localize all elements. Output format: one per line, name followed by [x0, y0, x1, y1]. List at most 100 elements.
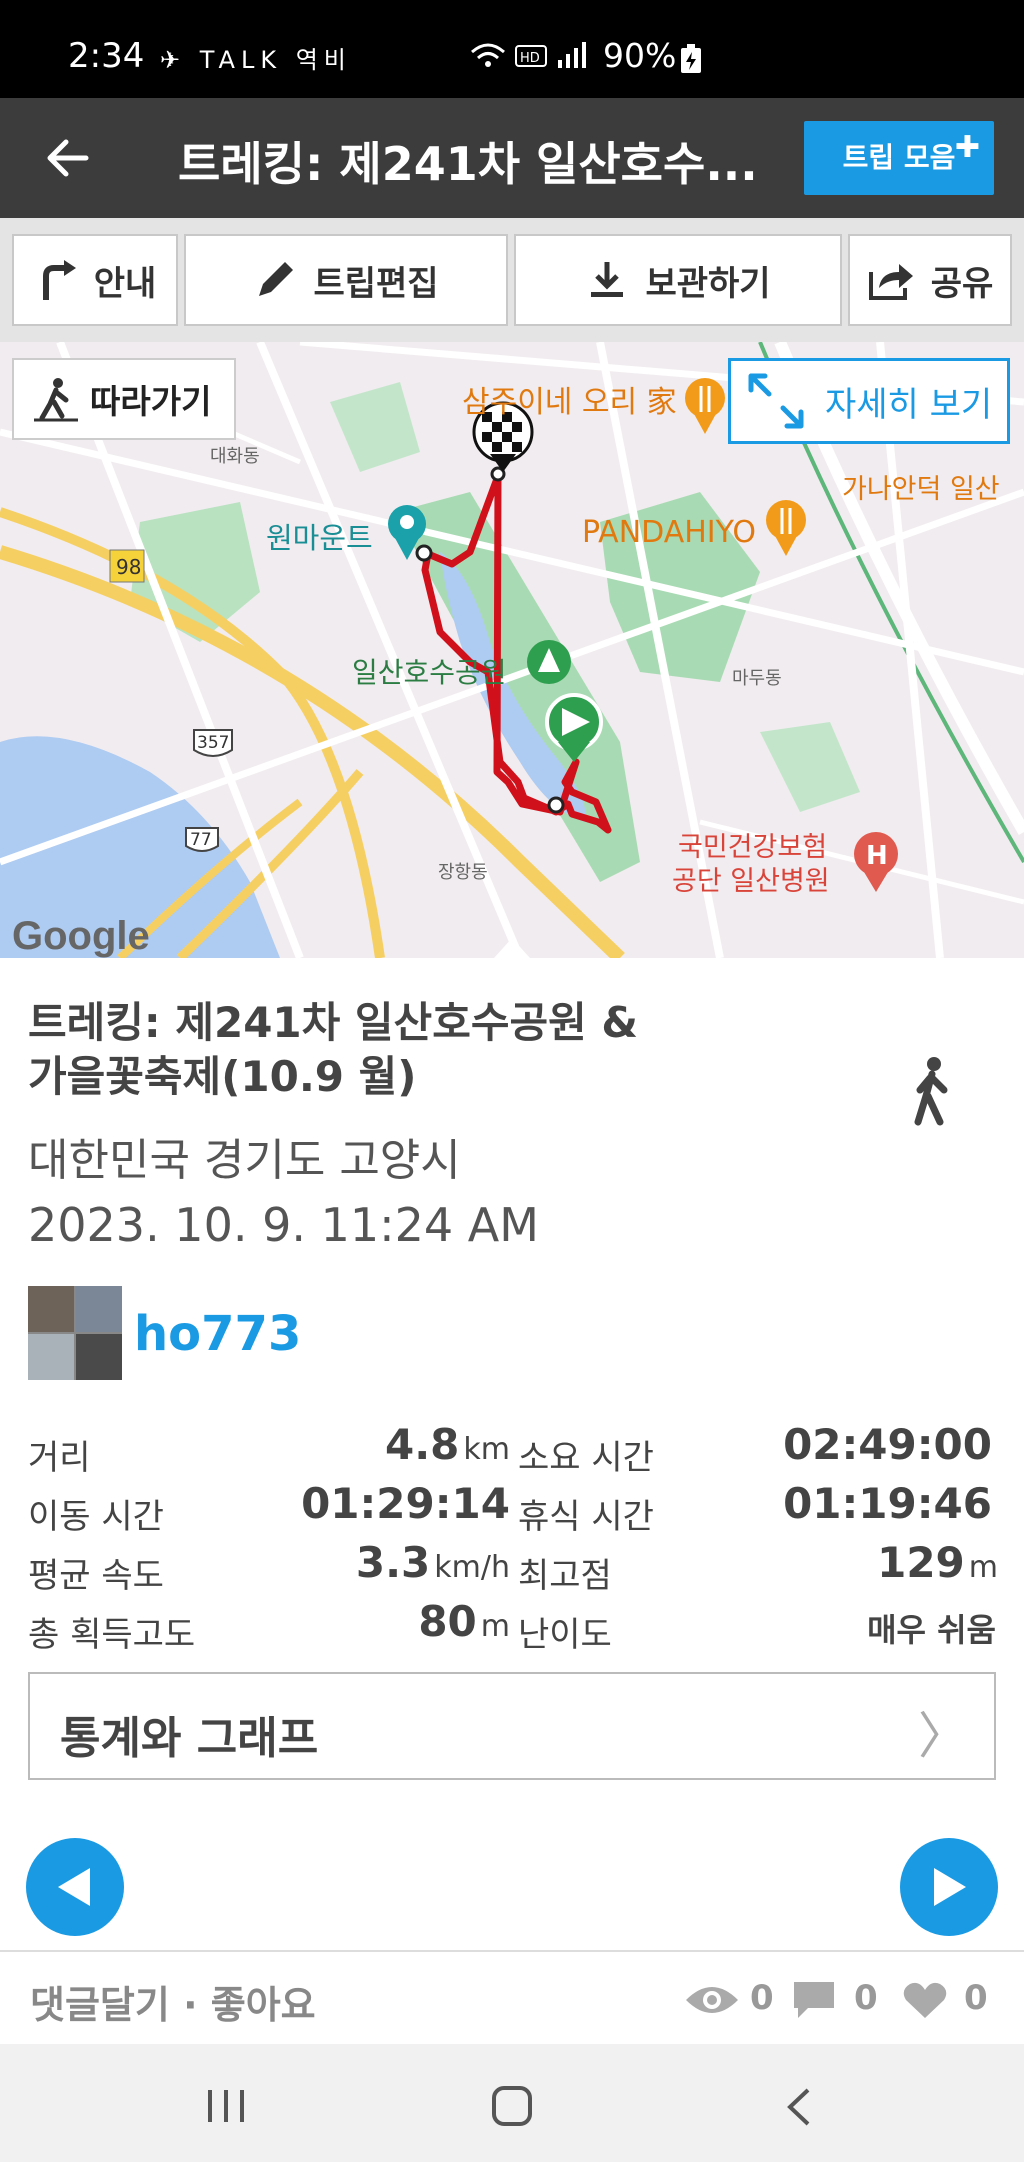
- difficulty-label: 난이도: [518, 1615, 612, 1655]
- difficulty-value: 매우 쉬움: [867, 1611, 996, 1649]
- download-icon: [591, 262, 624, 297]
- trip-location: 대한민국 경기도 고양시: [28, 1135, 461, 1186]
- view-detail-button[interactable]: 자세히 보기: [728, 358, 1010, 444]
- map-label: 원마운트: [266, 521, 373, 555]
- comment-icon[interactable]: [792, 1980, 836, 2020]
- trip-date: 2023. 10. 9. 11:24 AM: [28, 1198, 539, 1252]
- expand-icon: [748, 373, 804, 429]
- max-elevation-unit: m: [968, 1550, 998, 1585]
- battery-level: 90%: [603, 36, 677, 75]
- notification-icons: ✈ TALK 역비: [160, 46, 352, 74]
- elevation-gain-number: 80: [418, 1597, 477, 1646]
- recent-apps-icon[interactable]: [204, 2088, 248, 2124]
- view-detail-label: 자세히 보기: [825, 384, 993, 425]
- comment-like-link[interactable]: 댓글달기 · 좋아요: [30, 1974, 316, 2029]
- map-label: 가나안덕 일산: [842, 474, 1000, 505]
- save-label: 보관하기: [645, 263, 771, 304]
- back-button[interactable]: [42, 132, 98, 184]
- next-trip-button[interactable]: [900, 1838, 998, 1936]
- share-button[interactable]: 공유: [848, 234, 1012, 326]
- arrow-left-icon: [47, 139, 89, 177]
- battery-icon: [681, 44, 701, 73]
- avatar[interactable]: [28, 1286, 122, 1380]
- chevron-right-icon: 〉: [918, 1707, 968, 1765]
- pencil-icon: [259, 262, 294, 296]
- distance-unit: km: [463, 1432, 510, 1467]
- avg-speed-unit: km/h: [434, 1550, 510, 1585]
- elevation-gain-unit: m: [480, 1609, 510, 1644]
- play-right-icon: [934, 1868, 966, 1906]
- route-77-label: 77: [190, 830, 212, 850]
- distance-label: 거리: [28, 1438, 91, 1478]
- edit-trip-label: 트립편집: [313, 263, 439, 304]
- share-icon: [868, 264, 913, 300]
- back-nav-icon[interactable]: [784, 2086, 814, 2128]
- trip-name-line2: 가을꽃축제(10.9 월): [28, 1052, 417, 1101]
- signal-icons: HD: [470, 38, 600, 80]
- status-bar: 2:34 ✈ TALK 역비 HD 90%: [0, 0, 1024, 98]
- map-label: 공단 일산병원: [672, 866, 830, 897]
- elevation-gain-value: 80 m: [300, 1597, 510, 1646]
- trip-collection-button[interactable]: 트립 모음 ✚: [804, 121, 994, 195]
- avg-speed-value: 3.3 km/h: [300, 1538, 510, 1587]
- moving-time-label: 이동 시간: [28, 1497, 164, 1537]
- play-left-icon: [58, 1868, 90, 1906]
- edit-trip-button[interactable]: 트립편집: [184, 234, 508, 326]
- map-label: 일산호수공원: [352, 656, 507, 689]
- trip-name-line1: 트레킹: 제241차 일산호수공원 &: [28, 998, 639, 1047]
- route-map[interactable]: H 98 357 77 삼주이네 오리 家 원마운트 PANDAHIYO 일산호…: [0, 342, 1024, 958]
- comment-count: 0: [854, 1978, 878, 2018]
- walking-icon: [912, 1056, 952, 1140]
- app-bar: 트레킹: 제241차 일산호수... 트립 모음 ✚: [0, 98, 1024, 218]
- plus-icon: ✚: [954, 130, 980, 165]
- svg-text:HD: HD: [520, 51, 540, 66]
- max-elevation-value: 129 m: [700, 1538, 998, 1587]
- follow-label: 따라가기: [90, 382, 212, 421]
- comment-like-bar: 댓글달기 · 좋아요 0 0 0: [0, 1950, 1024, 2044]
- username-link[interactable]: ho773: [134, 1306, 301, 1362]
- map-label: 마두동: [732, 668, 782, 689]
- rest-time-label: 휴식 시간: [518, 1497, 654, 1537]
- max-elevation-number: 129: [877, 1538, 965, 1587]
- map-label: 대화동: [210, 446, 260, 467]
- avg-speed-number: 3.3: [355, 1538, 431, 1587]
- follow-button[interactable]: 따라가기: [12, 358, 236, 440]
- page-title: 트레킹: 제241차 일산호수...: [178, 137, 758, 191]
- stats-graph-button[interactable]: 통계와 그래프 〉: [28, 1672, 996, 1780]
- rest-time-value: 01:19:46: [783, 1479, 992, 1528]
- google-logo: Google: [12, 914, 150, 958]
- turn-arrow-icon: [42, 260, 76, 300]
- map-label: 국민건강보험: [678, 832, 827, 863]
- action-toolbar: 안내 트립편집 보관하기 공유: [0, 218, 1024, 342]
- stats-graph-label: 통계와 그래프: [60, 1713, 319, 1764]
- save-button[interactable]: 보관하기: [514, 234, 842, 326]
- trip-collection-label: 트립 모음: [842, 141, 956, 174]
- stat-row: 거리 4.8 km 소요 시간 02:49:00: [0, 1420, 1024, 1478]
- status-time: 2:34: [68, 36, 145, 76]
- duration-label: 소요 시간: [518, 1438, 654, 1478]
- home-icon[interactable]: [490, 2084, 534, 2128]
- duration-value: 02:49:00: [783, 1420, 992, 1469]
- hiker-icon: [34, 378, 78, 422]
- share-label: 공유: [930, 263, 994, 304]
- map-label: 삼주이네 오리 家: [462, 385, 677, 420]
- system-nav-bar: [0, 2044, 1024, 2162]
- like-count: 0: [964, 1978, 988, 2018]
- svg-text:H: H: [866, 841, 888, 871]
- map-label: PANDAHIYO: [582, 515, 756, 550]
- route-357-label: 357: [197, 733, 229, 753]
- stat-row: 이동 시간 01:29:14 휴식 시간 01:19:46: [0, 1479, 1024, 1537]
- moving-time-value: 01:29:14: [301, 1479, 510, 1528]
- heart-icon[interactable]: [902, 1980, 948, 2020]
- stat-row: 평균 속도 3.3 km/h 최고점 129 m: [0, 1538, 1024, 1596]
- guide-button[interactable]: 안내: [12, 234, 178, 326]
- avg-speed-label: 평균 속도: [28, 1556, 164, 1596]
- park-pin-icon: [527, 640, 571, 684]
- previous-trip-button[interactable]: [26, 1838, 124, 1936]
- eye-icon: [686, 1987, 738, 2013]
- max-elevation-label: 최고점: [518, 1556, 612, 1596]
- distance-value: 4.8 km: [300, 1420, 510, 1469]
- trip-name: 트레킹: 제241차 일산호수공원 & 가을꽃축제(10.9 월): [28, 996, 708, 1104]
- elevation-gain-label: 총 획득고도: [28, 1615, 196, 1655]
- guide-label: 안내: [93, 263, 157, 304]
